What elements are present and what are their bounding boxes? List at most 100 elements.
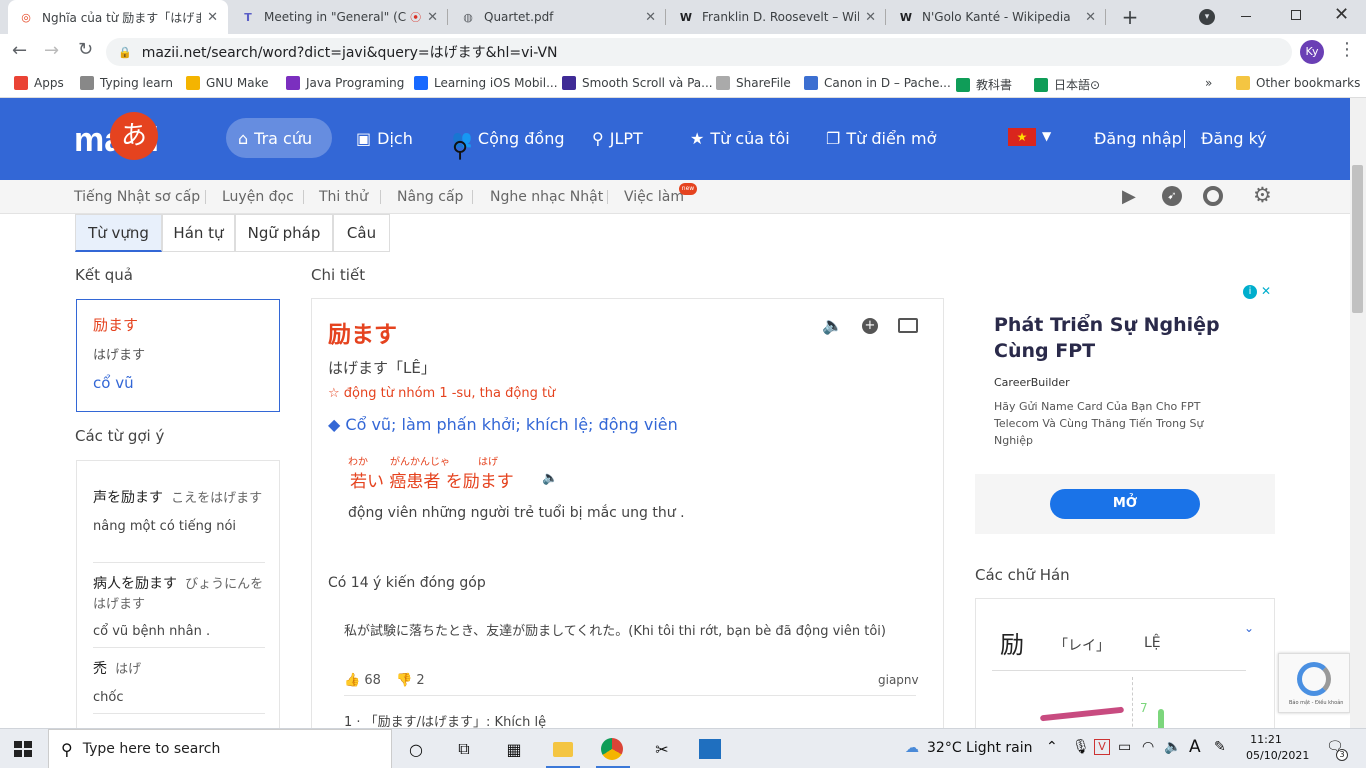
snipping-tool-icon[interactable]: ✂ [650,737,674,761]
vietnam-flag-icon[interactable]: ★ [1008,128,1036,146]
bookmark-item[interactable]: 日本語⊙ [1034,76,1100,93]
wifi-icon[interactable]: ◠ [1142,739,1154,755]
subnav-link[interactable]: Nâng cấp [397,189,463,205]
close-tab-icon[interactable]: ✕ [207,10,218,25]
divider [93,713,265,714]
volume-icon[interactable]: 🔈 [1164,739,1181,755]
subnav-link[interactable]: Việc làm [624,189,684,205]
bookmark-item[interactable]: Typing learn [80,76,173,90]
login-link[interactable]: Đăng nhập [1094,120,1182,156]
ad-close-icon[interactable]: ✕ [1261,284,1271,298]
dislike-button[interactable]: 👎 2 [396,673,425,688]
suggestion-item[interactable]: 声を励ます こえをはげます nâng một có tiếng nói [93,487,265,534]
close-window-button[interactable]: ✕ [1334,4,1349,25]
bookmark-item[interactable]: 教科書 [956,76,1012,93]
photos-icon[interactable] [698,737,722,761]
close-tab-icon[interactable]: ✕ [427,10,438,25]
reload-button[interactable]: ↻ [78,39,93,60]
close-tab-icon[interactable]: ✕ [865,10,876,25]
nav-item[interactable]: ⌂ Tra cứu [238,120,312,156]
bookmark-item[interactable]: Learning iOS Mobil... [414,76,558,90]
language-icon[interactable]: A [1189,737,1201,757]
minimize-button[interactable] [1241,16,1251,17]
clock[interactable]: 11:21 05/10/2021 [1246,733,1309,762]
subnav-link[interactable]: Thi thử [319,189,368,205]
chevron-up-icon[interactable]: ⌃ [1046,739,1058,755]
app-icon[interactable]: ▦ [502,737,526,761]
nav-item[interactable]: ★ Từ của tôi [690,120,790,156]
register-link[interactable]: Đăng ký [1201,120,1267,156]
weather-widget[interactable]: ☁ 32°C Light rain [905,740,1033,756]
windows-start-icon[interactable] [14,741,32,757]
back-button[interactable]: ← [12,40,27,61]
other-bookmarks[interactable]: Other bookmarks [1236,76,1360,90]
kanji-char[interactable]: 励 [1000,625,1024,660]
cortana-icon[interactable]: ○ [404,737,428,761]
search-icon[interactable]: ⚲ [452,138,468,163]
chevron-down-icon[interactable]: ⌄ [1244,621,1254,635]
chrome-icon[interactable] [600,737,624,761]
close-tab-icon[interactable]: ✕ [1085,10,1096,25]
avatar[interactable]: Ky [1300,40,1324,64]
google-play-icon[interactable]: ▶ [1122,186,1136,207]
address-bar[interactable]: 🔒 mazii.net/search/word?dict=javi&query=… [106,38,1292,66]
chrome-icon[interactable] [1203,186,1223,206]
pen-icon[interactable]: ✎ [1214,739,1226,755]
new-tab-button[interactable]: + [1120,5,1140,29]
kanji-han: LỆ [1144,635,1161,651]
example-speaker-icon[interactable]: 🔈 [542,471,558,486]
bookmark-item[interactable]: ShareFile [716,76,791,90]
search-type-tab[interactable]: Hán tự [162,214,235,252]
bookmark-item[interactable]: Smooth Scroll và Pa... [562,76,713,90]
gear-icon[interactable]: ⚙ [1253,183,1272,207]
comment-author[interactable]: giapnv [878,673,919,687]
task-view-icon[interactable]: ⧉ [452,737,476,761]
search-type-tab[interactable]: Từ vựng [75,214,162,252]
browser-tab[interactable]: W Franklin D. Roosevelt – Wikip ✕ [668,0,886,34]
add-icon[interactable]: + [862,318,878,334]
speaker-icon[interactable]: 🔈 [822,316,843,336]
like-button[interactable]: 👍 68 [344,673,381,688]
battery-icon[interactable]: ▭ [1118,739,1131,755]
search-type-tab[interactable]: Ngữ pháp [235,214,333,252]
bookmark-item[interactable]: Apps [14,76,64,90]
browser-tab[interactable]: ◍ Quartet.pdf ✕ [450,0,666,34]
browser-tab[interactable]: T Meeting in "General" (Cu ⦿ ✕ [230,0,448,34]
subnav-link[interactable]: Luyện đọc [222,189,294,205]
more-bookmarks-button[interactable]: » [1205,76,1212,90]
bookmark-item[interactable]: GNU Make [186,76,268,90]
close-tab-icon[interactable]: ✕ [645,10,656,25]
microphone-icon[interactable]: 🎙 [1072,739,1090,755]
bookmark-item[interactable]: Java Programing [286,76,404,90]
restore-button[interactable] [1291,10,1301,20]
suggestion-item[interactable]: 病人を励ます びょうにんをはげます cổ vũ bệnh nhân . [93,573,265,639]
image-icon[interactable] [898,318,918,333]
recaptcha-badge[interactable]: Bảo mật - Điều khoản [1278,653,1350,713]
bookmark-item[interactable]: Canon in D – Pache... [804,76,951,90]
example-japanese[interactable]: 若い 癌患者 を励ます [350,467,514,492]
nav-item[interactable]: ▣ Dịch [356,120,413,156]
result-card[interactable]: 励ます はげます cổ vũ [76,299,280,412]
scrollbar-thumb[interactable] [1352,165,1363,313]
browser-tab[interactable]: ◎ Nghĩa của từ 励ます「はげます」 ✕ [8,0,228,34]
nav-item[interactable]: ❐ Từ điển mở [826,120,936,156]
browser-tab[interactable]: W N'Golo Kanté - Wikipedia ✕ [888,0,1106,34]
nav-item[interactable]: 👥 Cộng đồng [452,120,565,156]
forward-button[interactable]: → [44,40,59,61]
nav-item[interactable]: ⚲ JLPT [592,120,643,156]
search-type-tab[interactable]: Câu [333,214,390,252]
app-tray-icon[interactable]: V [1094,739,1110,755]
file-explorer-icon[interactable] [551,737,575,761]
suggestion-item[interactable]: 禿 はげ chốc [93,658,265,705]
menu-icon[interactable]: ⋮ [1338,39,1356,60]
ad-info-icon[interactable]: i [1243,285,1257,299]
recaptcha-terms[interactable]: Bảo mật - Điều khoản [1289,700,1343,706]
subnav-link[interactable]: Nghe nhạc Nhật [490,189,603,205]
tab-search-icon[interactable]: ▾ [1199,9,1215,25]
advert[interactable]: i ✕ Phát Triển Sự Nghiệp Cùng FPT Career… [975,284,1275,534]
taskbar-search[interactable]: ⚲ Type here to search [48,729,392,768]
chevron-down-icon[interactable]: ▼ [1042,129,1051,143]
ad-open-button[interactable]: MỞ [1050,489,1200,519]
subnav-link[interactable]: Tiếng Nhật sơ cấp [74,189,200,205]
safari-icon[interactable]: ➹ [1162,186,1182,206]
